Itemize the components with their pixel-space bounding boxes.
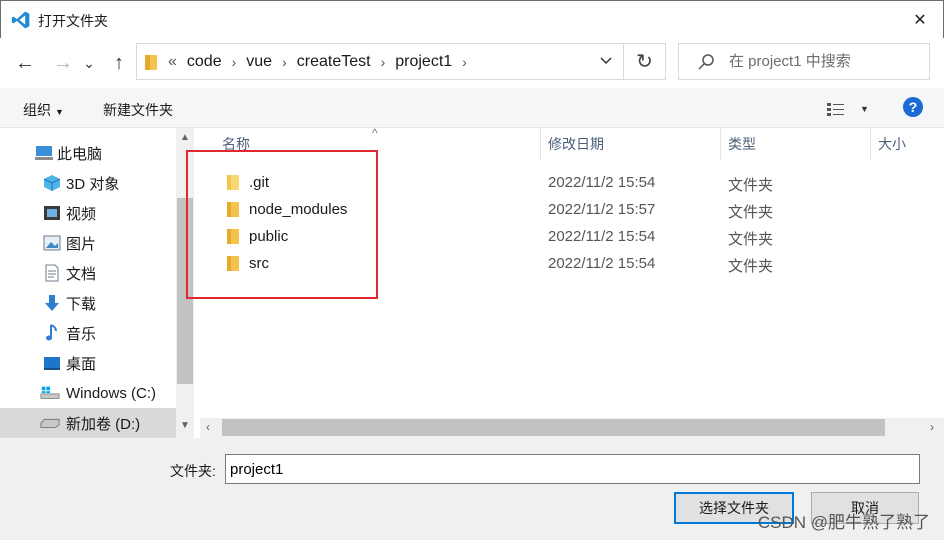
scroll-right-icon[interactable]: › bbox=[930, 420, 934, 434]
title-bar: 打开文件夹 ✕ bbox=[0, 0, 944, 38]
computer-icon bbox=[34, 144, 54, 162]
breadcrumb-separator-icon[interactable]: › bbox=[232, 54, 237, 70]
sidebar-item-label: 文档 bbox=[66, 265, 97, 283]
chevron-down-icon: ⌄ bbox=[83, 54, 95, 71]
sort-ascending-icon: ^ bbox=[372, 126, 378, 140]
breadcrumb-code[interactable]: code bbox=[187, 53, 222, 71]
document-icon bbox=[42, 264, 62, 282]
sidebar-item-label: 此电脑 bbox=[57, 145, 103, 163]
file-type: 文件夹 bbox=[728, 258, 774, 275]
sidebar-item-drive-d[interactable]: 新加卷 (D:) bbox=[0, 408, 176, 438]
column-divider[interactable] bbox=[870, 128, 871, 160]
sidebar-item-drive-c[interactable]: Windows (C:) bbox=[0, 378, 176, 408]
file-type: 文件夹 bbox=[728, 204, 774, 221]
vscode-logo-icon bbox=[11, 11, 30, 29]
address-bar[interactable]: « code › vue › createTest › project1 › bbox=[136, 43, 624, 80]
sidebar-item-label: 图片 bbox=[66, 235, 97, 253]
search-input[interactable] bbox=[729, 53, 919, 70]
sidebar-item-label: 视频 bbox=[66, 205, 97, 223]
file-modified: 2022/11/2 15:54 bbox=[548, 228, 656, 245]
file-modified: 2022/11/2 15:54 bbox=[548, 255, 656, 272]
list-view-icon bbox=[827, 103, 844, 116]
breadcrumb-separator-icon[interactable]: › bbox=[282, 54, 287, 70]
search-box[interactable] bbox=[678, 43, 930, 80]
download-icon bbox=[42, 294, 62, 312]
search-icon bbox=[698, 53, 714, 70]
command-toolbar: 组织 ▼ 新建文件夹 ▼ ? bbox=[0, 88, 944, 128]
file-modified: 2022/11/2 15:54 bbox=[548, 174, 656, 191]
sidebar-item-videos[interactable]: 视频 bbox=[0, 198, 176, 228]
caret-down-icon: ▼ bbox=[55, 107, 64, 117]
help-button[interactable]: ? bbox=[903, 97, 923, 117]
sidebar-item-this-pc[interactable]: 此电脑 bbox=[0, 138, 176, 168]
sidebar-item-downloads[interactable]: 下载 bbox=[0, 288, 176, 318]
column-divider[interactable] bbox=[720, 128, 721, 160]
breadcrumb-vue[interactable]: vue bbox=[246, 53, 272, 71]
new-folder-button[interactable]: 新建文件夹 bbox=[103, 100, 173, 120]
column-header-size[interactable]: 大小 bbox=[878, 128, 906, 160]
file-type: 文件夹 bbox=[728, 177, 774, 194]
up-button[interactable]: ↑ bbox=[106, 50, 132, 76]
up-arrow-icon: ↑ bbox=[114, 51, 124, 74]
refresh-button[interactable]: ↻ bbox=[624, 43, 666, 80]
back-arrow-icon: ← bbox=[15, 51, 35, 74]
highlight-annotation-box bbox=[186, 150, 378, 299]
organize-menu-button[interactable]: 组织 ▼ bbox=[23, 100, 64, 120]
watermark-text: CSDN @肥牛熟了熟了 bbox=[757, 513, 930, 532]
horizontal-scroll-thumb[interactable] bbox=[222, 419, 885, 436]
music-icon bbox=[42, 324, 62, 342]
breadcrumb-separator-icon[interactable]: › bbox=[381, 54, 386, 70]
desktop-icon bbox=[42, 354, 62, 372]
organize-label: 组织 bbox=[23, 102, 51, 118]
address-history-dropdown[interactable] bbox=[599, 53, 613, 72]
breadcrumb-overflow[interactable]: « bbox=[168, 53, 177, 71]
recent-locations-button[interactable]: ⌄ bbox=[80, 50, 98, 76]
breadcrumb-project1[interactable]: project1 bbox=[395, 53, 452, 71]
sidebar-item-music[interactable]: 音乐 bbox=[0, 318, 176, 348]
folder-name-input[interactable] bbox=[225, 454, 920, 484]
column-header-type[interactable]: 类型 bbox=[728, 128, 756, 160]
file-modified: 2022/11/2 15:57 bbox=[548, 201, 656, 218]
picture-icon bbox=[42, 234, 62, 252]
file-list-horizontal-scrollbar[interactable]: ‹ › bbox=[200, 418, 944, 438]
chevron-down-icon bbox=[600, 57, 612, 65]
help-icon: ? bbox=[908, 99, 918, 115]
folder-icon bbox=[145, 54, 157, 70]
window-title: 打开文件夹 bbox=[38, 13, 108, 29]
sidebar-item-label: 下载 bbox=[66, 295, 97, 313]
breadcrumb-createtest[interactable]: createTest bbox=[297, 53, 371, 71]
close-icon: ✕ bbox=[913, 12, 927, 29]
sidebar-item-pictures[interactable]: 图片 bbox=[0, 228, 176, 258]
cube-3d-icon bbox=[42, 174, 62, 192]
scroll-up-icon[interactable]: ▲ bbox=[180, 132, 190, 143]
folder-field-label: 文件夹: bbox=[170, 463, 216, 479]
breadcrumb-separator-icon[interactable]: › bbox=[462, 54, 467, 70]
forward-button[interactable]: → bbox=[50, 50, 76, 76]
refresh-icon: ↻ bbox=[636, 51, 653, 73]
drive-d-icon bbox=[40, 414, 60, 432]
sidebar-item-label: 3D 对象 bbox=[66, 175, 120, 193]
scroll-left-icon[interactable]: ‹ bbox=[206, 420, 210, 434]
scroll-down-icon[interactable]: ▼ bbox=[180, 420, 190, 431]
sidebar-item-3d-objects[interactable]: 3D 对象 bbox=[0, 168, 176, 198]
column-divider[interactable] bbox=[540, 128, 541, 160]
close-button[interactable]: ✕ bbox=[897, 1, 943, 39]
drive-c-icon bbox=[40, 384, 60, 402]
forward-arrow-icon: → bbox=[53, 51, 73, 74]
video-icon bbox=[42, 204, 62, 222]
caret-down-icon: ▼ bbox=[860, 104, 869, 114]
back-button[interactable]: ← bbox=[12, 50, 38, 76]
sidebar-item-label: Windows (C:) bbox=[66, 384, 157, 402]
change-view-button[interactable]: ▼ bbox=[826, 99, 870, 119]
sidebar-item-desktop[interactable]: 桌面 bbox=[0, 348, 176, 378]
sidebar-item-label: 新加卷 (D:) bbox=[66, 415, 141, 433]
sidebar-item-label: 桌面 bbox=[66, 355, 97, 373]
column-header-modified[interactable]: 修改日期 bbox=[548, 128, 604, 160]
sidebar-item-documents[interactable]: 文档 bbox=[0, 258, 176, 288]
navigation-pane: 此电脑 3D 对象 视频 图片 文档 下载 音乐 桌面 Windows (C:)… bbox=[0, 128, 196, 438]
sidebar-item-label: 音乐 bbox=[66, 325, 97, 343]
file-type: 文件夹 bbox=[728, 231, 774, 248]
